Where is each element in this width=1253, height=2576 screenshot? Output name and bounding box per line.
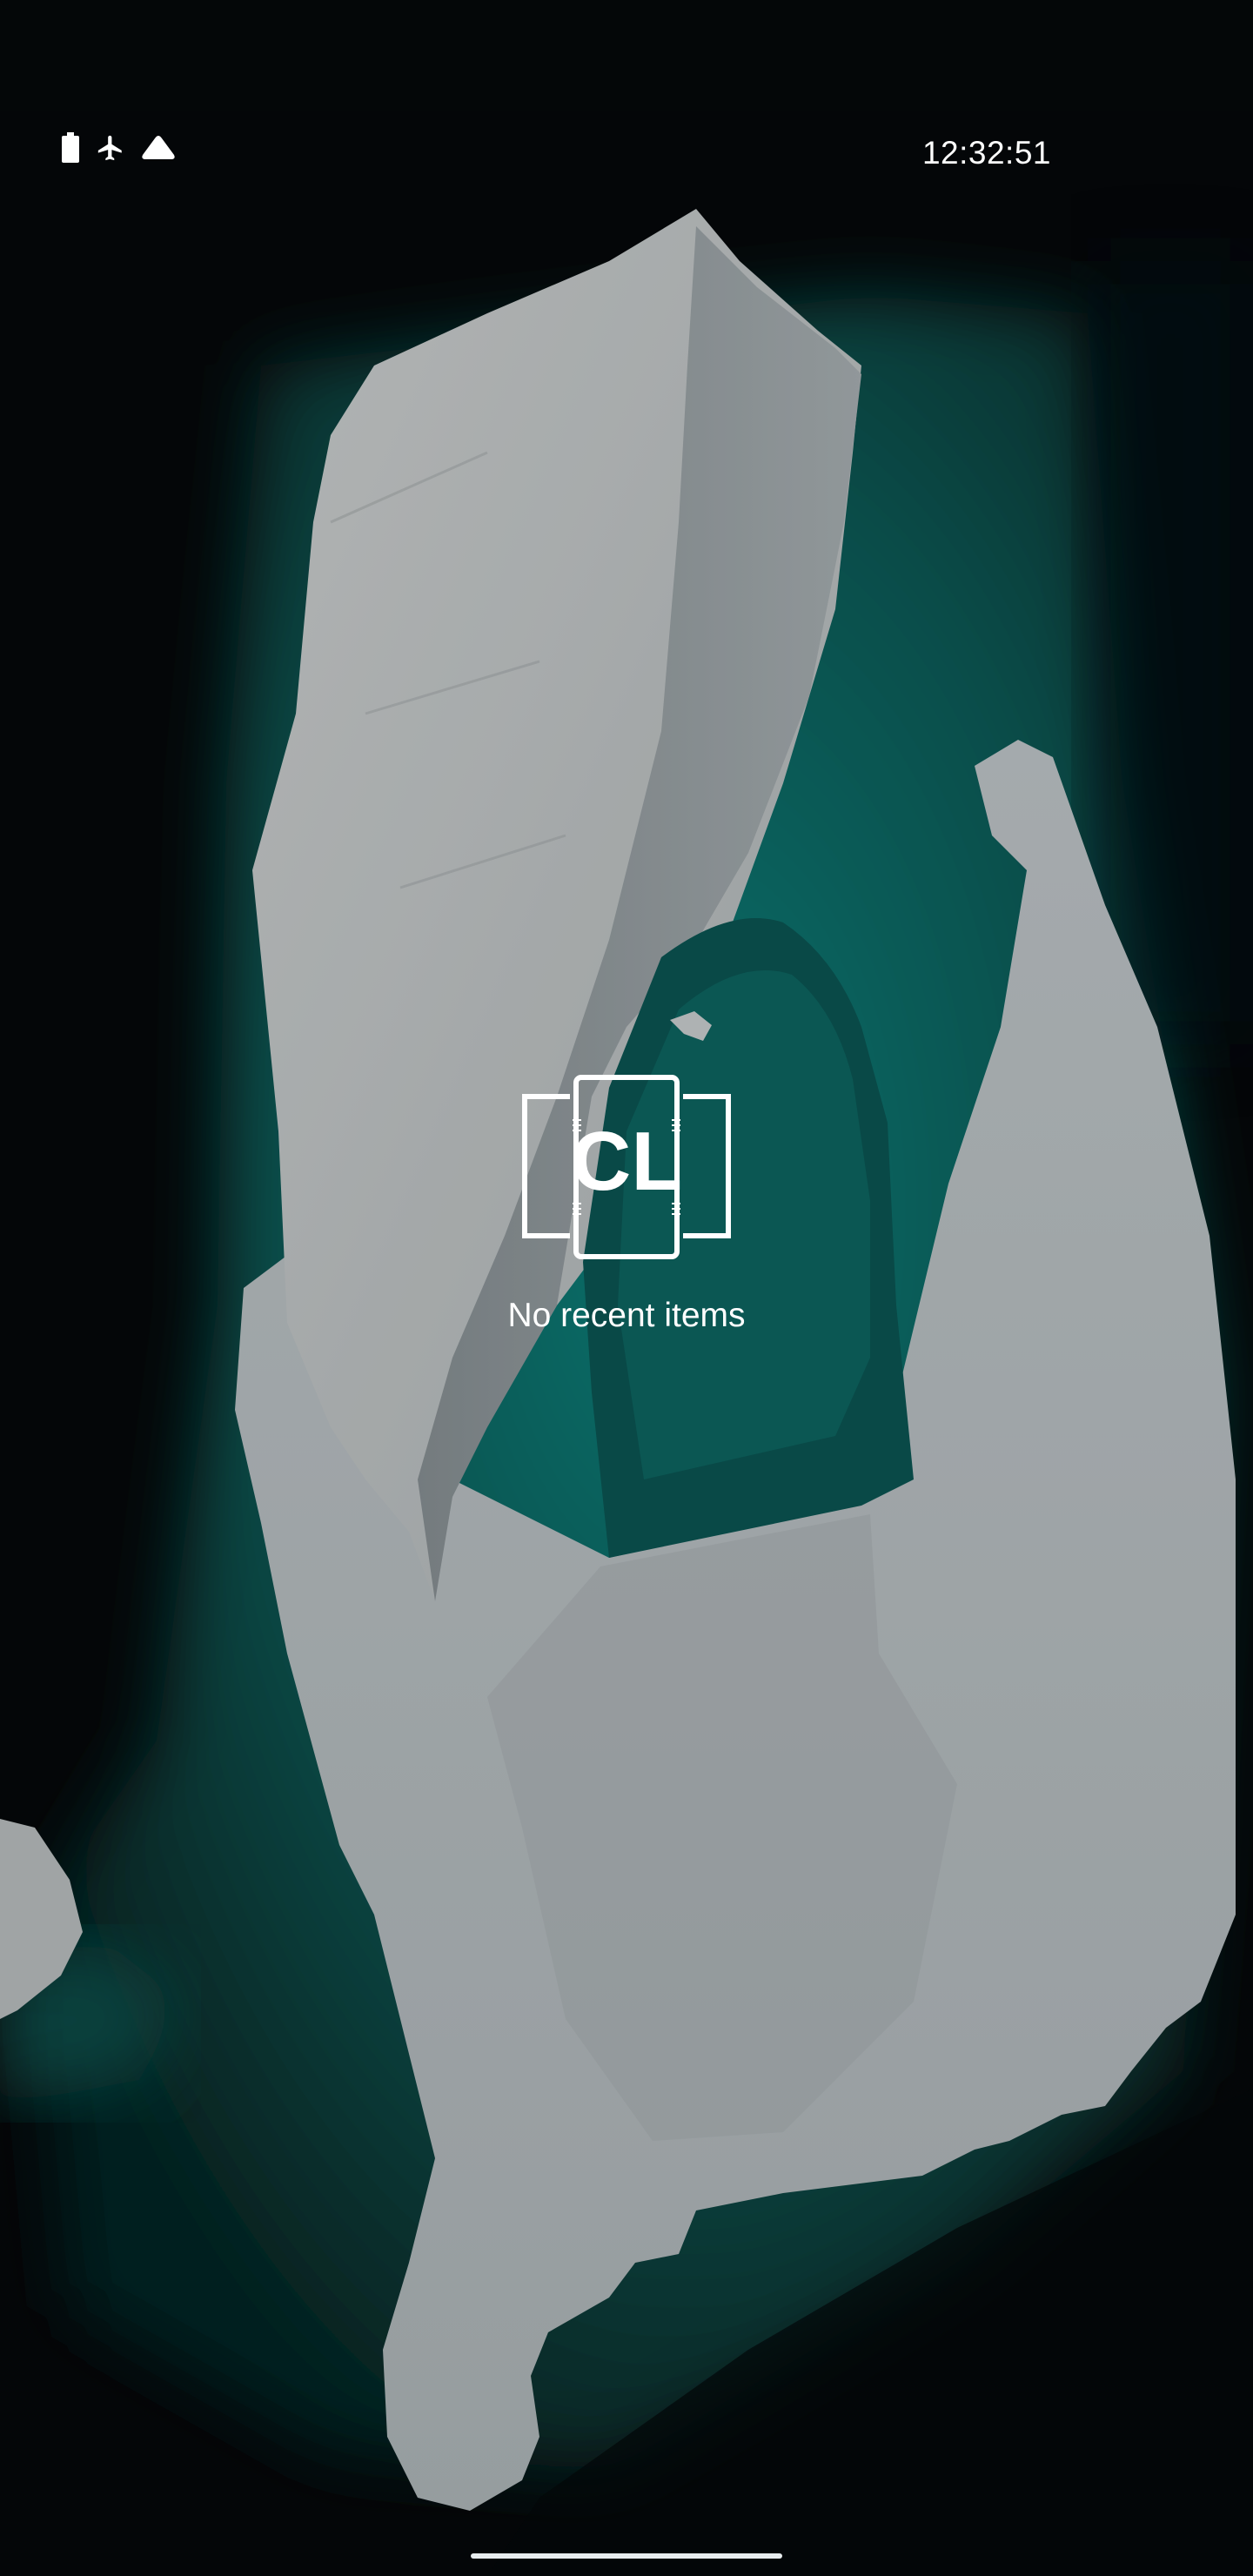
status-bar: 12:32:51 — [0, 0, 1253, 171]
data-saver-icon — [141, 134, 176, 162]
status-icons — [61, 132, 176, 164]
recents-empty-state: CL No recent items — [0, 1075, 1253, 1338]
airplane-mode-icon — [96, 133, 125, 163]
app-logo-icon: CL — [522, 1075, 731, 1259]
status-clock: 12:32:51 — [921, 135, 1051, 171]
battery-icon — [61, 132, 80, 164]
recents-screen: 12:32:51 CL No recent items — [0, 0, 1253, 2576]
app-logo-text: CL — [571, 1115, 682, 1208]
empty-message: No recent items — [507, 1297, 746, 1334]
gesture-nav-handle[interactable] — [471, 2553, 782, 2559]
